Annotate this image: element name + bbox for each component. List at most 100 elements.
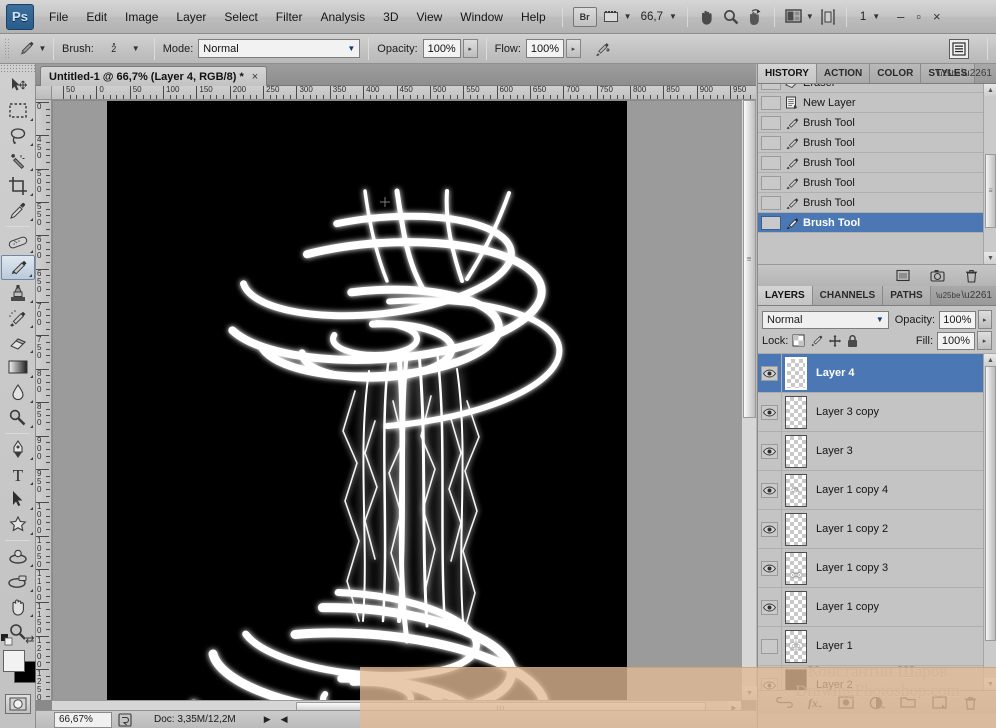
menu-window[interactable]: Window bbox=[451, 7, 512, 27]
document-preview-icon[interactable] bbox=[116, 712, 134, 728]
3d-orbit-tool[interactable] bbox=[1, 569, 35, 594]
eye-icon[interactable] bbox=[761, 677, 778, 690]
layer-thumbnail[interactable] bbox=[785, 473, 807, 507]
scroll-up-arrow-icon[interactable]: ▲ bbox=[984, 84, 996, 96]
history-state-checkbox[interactable] bbox=[761, 215, 781, 230]
history-scroll-thumb[interactable]: ≡ bbox=[985, 154, 996, 228]
menu-analysis[interactable]: Analysis bbox=[311, 7, 374, 27]
delete-layer-icon[interactable] bbox=[961, 694, 979, 712]
eye-icon[interactable] bbox=[761, 521, 778, 537]
layer-row[interactable]: Layer 3 bbox=[758, 432, 996, 471]
flow-input[interactable]: 100% bbox=[525, 39, 564, 58]
layer-thumbnail[interactable] bbox=[785, 590, 807, 624]
layer-row[interactable]: Layer 1 copy 4 bbox=[758, 471, 996, 510]
healing-brush-tool[interactable] bbox=[1, 230, 35, 255]
artboard[interactable] bbox=[107, 101, 627, 701]
layer-visibility-cell[interactable] bbox=[758, 666, 782, 690]
close-button[interactable]: × bbox=[927, 9, 951, 24]
panel-menu-icon[interactable]: \u25be \u2261 bbox=[936, 290, 992, 301]
layer-visibility-cell[interactable] bbox=[758, 471, 782, 509]
menu-file[interactable]: File bbox=[40, 7, 77, 27]
eye-icon[interactable] bbox=[761, 365, 778, 381]
menu-view[interactable]: View bbox=[407, 7, 451, 27]
layer-thumbnail[interactable] bbox=[785, 434, 807, 468]
ruler-corner[interactable] bbox=[36, 86, 52, 100]
magic-wand-tool[interactable] bbox=[1, 148, 35, 173]
layer-thumbnail[interactable] bbox=[785, 668, 807, 690]
history-scrollbar[interactable]: ▲ ▼ ≡ bbox=[983, 84, 996, 264]
move-tool[interactable] bbox=[1, 73, 35, 98]
history-brush-tool[interactable] bbox=[1, 305, 35, 330]
minimize-button[interactable]: – bbox=[891, 9, 910, 24]
layer-thumbnail[interactable] bbox=[785, 629, 807, 663]
create-new-snapshot-icon[interactable] bbox=[928, 267, 946, 285]
eye-icon[interactable] bbox=[761, 404, 778, 420]
layer-row[interactable]: Layer 1 copy bbox=[758, 588, 996, 627]
rectangular-marquee-tool[interactable] bbox=[1, 98, 35, 123]
lock-all-icon[interactable] bbox=[845, 333, 860, 348]
layer-fill-input[interactable]: 100% bbox=[937, 331, 975, 350]
chevron-down-icon[interactable]: ▼ bbox=[132, 44, 140, 53]
lasso-tool[interactable] bbox=[1, 123, 35, 148]
scroll-down-arrow-icon[interactable]: ▼ bbox=[984, 678, 996, 690]
eye-icon[interactable] bbox=[761, 560, 778, 576]
path-selection-tool[interactable] bbox=[1, 487, 35, 512]
document-tab[interactable]: Untitled-1 @ 66,7% (Layer 4, RGB/8) * × bbox=[40, 66, 268, 86]
opacity-slider-button[interactable]: ▸ bbox=[462, 39, 478, 58]
hand-tool[interactable] bbox=[1, 594, 35, 619]
new-group-icon[interactable] bbox=[899, 694, 917, 712]
flow-slider-button[interactable]: ▸ bbox=[565, 39, 581, 58]
history-state-row-selected[interactable]: Brush Tool bbox=[758, 213, 996, 233]
default-colors-icon[interactable] bbox=[0, 634, 13, 646]
canvas-viewport[interactable] bbox=[53, 101, 741, 701]
status-zoom-input[interactable]: 66,67% bbox=[54, 711, 112, 728]
canvas-vertical-scrollbar[interactable]: ≡ ▼ bbox=[741, 100, 757, 700]
foreground-color-swatch[interactable] bbox=[2, 650, 25, 672]
toolbox-grip[interactable] bbox=[0, 64, 35, 73]
current-tool-preset-button[interactable]: ▼ bbox=[17, 38, 46, 60]
zoom-tool-button[interactable] bbox=[719, 6, 743, 28]
view-extras-button[interactable]: ▼ bbox=[600, 6, 635, 28]
pen-tool[interactable] bbox=[1, 437, 35, 462]
layer-visibility-cell[interactable] bbox=[758, 627, 782, 665]
maximize-button[interactable]: ▫ bbox=[910, 9, 927, 24]
history-state-checkbox[interactable] bbox=[761, 95, 781, 110]
layer-row[interactable]: Layer 1 copy 2 bbox=[758, 510, 996, 549]
history-state-row[interactable]: Eraser bbox=[758, 84, 996, 93]
history-state-row[interactable]: New Layer bbox=[758, 93, 996, 113]
toggle-panels-button[interactable] bbox=[949, 38, 969, 59]
layer-visibility-cell[interactable] bbox=[758, 432, 782, 470]
tab-actions[interactable]: ACTION bbox=[816, 64, 871, 83]
eye-icon[interactable] bbox=[761, 443, 778, 459]
custom-shape-tool[interactable] bbox=[1, 512, 35, 537]
adjustment-layer-icon[interactable] bbox=[868, 694, 886, 712]
tab-history[interactable]: HISTORY bbox=[758, 64, 817, 83]
layer-thumbnail[interactable] bbox=[785, 551, 807, 585]
vertical-ruler[interactable]: 0 450 500 550 600 650 700 750 800 850 900 950 1000 10… bbox=[36, 100, 52, 700]
brush-tool[interactable] bbox=[0, 255, 35, 280]
horizontal-ruler[interactable]: 50 0 50 100 150 200 250 300 350 400 450 500 550 600 65… bbox=[52, 86, 756, 100]
layer-thumbnail[interactable] bbox=[785, 356, 807, 390]
menu-3d[interactable]: 3D bbox=[374, 7, 407, 27]
swap-colors-icon[interactable]: ⇄ bbox=[25, 633, 34, 646]
hand-tool-button[interactable] bbox=[695, 6, 719, 28]
menu-layer[interactable]: Layer bbox=[167, 7, 215, 27]
link-layers-icon[interactable] bbox=[775, 694, 793, 712]
history-state-checkbox[interactable] bbox=[761, 135, 781, 150]
tab-color[interactable]: COLOR bbox=[870, 64, 922, 83]
layer-row[interactable]: Layer 3 copy bbox=[758, 393, 996, 432]
clone-stamp-tool[interactable] bbox=[1, 280, 35, 305]
status-expand-triangle-icon[interactable]: ▶ bbox=[264, 714, 271, 725]
tab-layers[interactable]: LAYERS bbox=[758, 286, 813, 305]
eyedropper-tool[interactable] bbox=[1, 198, 35, 223]
eye-icon[interactable] bbox=[761, 482, 778, 498]
tab-channels[interactable]: CHANNELS bbox=[812, 286, 884, 305]
rotate-view-button[interactable] bbox=[743, 6, 767, 28]
lock-transparent-pixels-icon[interactable] bbox=[791, 333, 806, 348]
menu-select[interactable]: Select bbox=[215, 7, 266, 27]
screen-mode-button[interactable] bbox=[817, 6, 839, 28]
layer-visibility-cell[interactable] bbox=[758, 549, 782, 587]
panel-menu-icon[interactable]: \u25be \u2261 bbox=[936, 68, 992, 79]
scroll-down-arrow-icon[interactable]: ▼ bbox=[984, 252, 996, 264]
arrange-documents-button[interactable]: ▼ bbox=[782, 6, 817, 28]
